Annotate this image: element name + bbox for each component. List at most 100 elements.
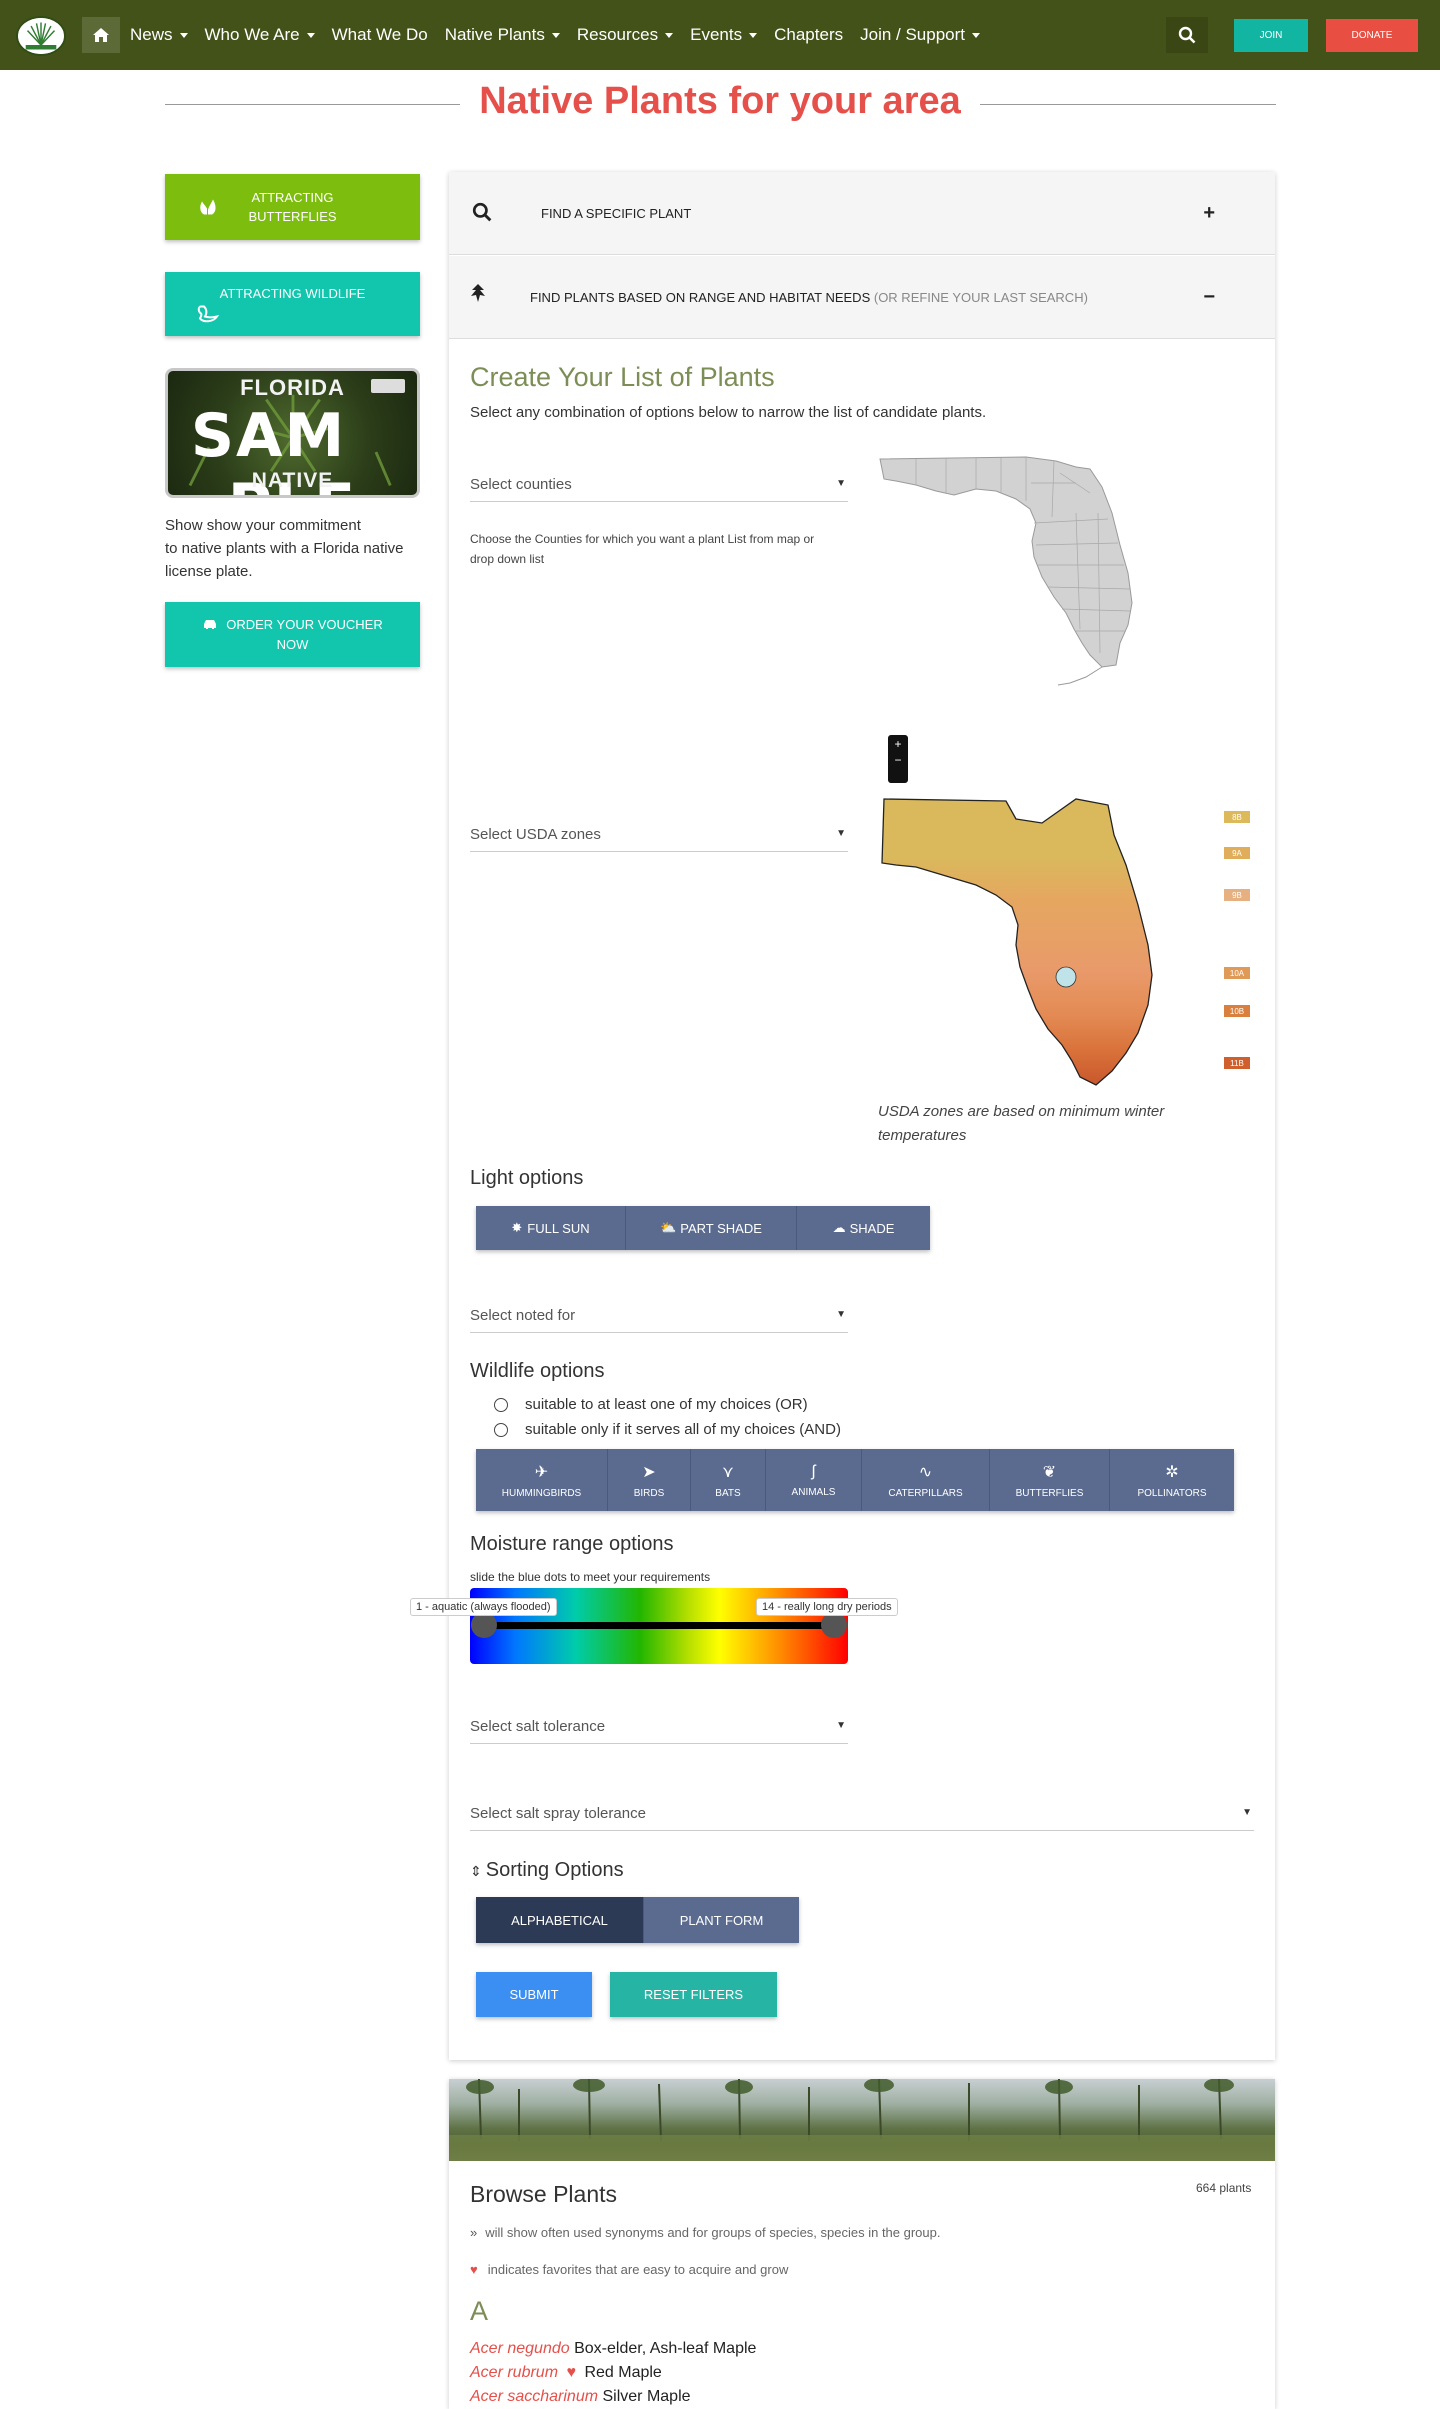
caterpillar-icon: ∿ <box>918 1463 933 1481</box>
sun-icon: ✸ <box>511 1220 523 1235</box>
letter-heading: A <box>470 2296 489 2326</box>
favorites-note: ♥ indicates favorites that are easy to ac… <box>470 2262 789 2277</box>
license-plate-image[interactable]: FLORIDA SAMPLE NATIVE <box>165 368 420 498</box>
svg-text:10B: 10B <box>1230 1007 1244 1016</box>
dropdown-arrow-icon: ▼ <box>836 828 846 839</box>
cloud-sun-icon: ⛅ <box>660 1220 677 1235</box>
reset-filters-button[interactable]: RESET FILTERS <box>610 1972 777 2017</box>
double-chevron-down-icon: » <box>470 2225 478 2240</box>
usda-note: USDA zones are based on minimum winter te… <box>878 1103 1165 1144</box>
collapse-icon: − <box>1203 285 1215 308</box>
plant-list-item[interactable]: Acer saccharinum Silver Maple <box>470 2388 691 2406</box>
counties-select[interactable]: Select counties ▼ <box>470 468 848 502</box>
main-menu: News Who We Are What We Do Native Plants… <box>130 0 997 70</box>
sort-alphabetical-button[interactable]: ALPHABETICAL <box>476 1897 644 1943</box>
usda-zones-select[interactable]: Select USDA zones ▼ <box>470 818 848 852</box>
sorting-options-heading: ⇕ Sorting Options <box>470 1859 624 1881</box>
wildlife-radio-or[interactable]: suitable to at least one of my choices (… <box>494 1396 808 1413</box>
cloud-icon: ☁ <box>832 1220 846 1235</box>
bat-icon: ⋎ <box>722 1463 734 1481</box>
order-voucher-button[interactable]: ORDER YOUR VOUCHER NOW <box>165 602 420 667</box>
swan-icon: ʃ <box>811 1462 816 1480</box>
submit-button[interactable]: SUBMIT <box>476 1972 592 2017</box>
map-zoom-control[interactable]: + − <box>888 735 908 783</box>
caret-down-icon <box>306 32 315 38</box>
leaf-icon <box>469 282 487 307</box>
svg-text:10A: 10A <box>1230 969 1245 978</box>
wildlife-radio-and[interactable]: suitable only if it serves all of my cho… <box>494 1421 841 1438</box>
plate-bottom-text: NATIVE <box>251 469 334 492</box>
attracting-wildlife-button[interactable]: ATTRACTING WILDLIFE <box>165 272 420 336</box>
zoom-in-icon[interactable]: + <box>888 737 908 751</box>
site-logo[interactable] <box>16 16 66 56</box>
zoom-out-icon[interactable]: − <box>888 753 908 767</box>
hummingbirds-button[interactable]: ✈ HUMMINGBIRDS <box>476 1449 608 1511</box>
attracting-butterflies-button[interactable]: ATTRACTING BUTTERFLIES <box>165 174 420 240</box>
svg-text:9A: 9A <box>1232 849 1242 858</box>
plate-state-text: FLORIDA <box>240 375 345 400</box>
donate-button[interactable]: DONATE <box>1326 19 1418 52</box>
pollinators-button[interactable]: ✲ POLLINATORS <box>1110 1449 1234 1511</box>
shade-button[interactable]: ☁ SHADE <box>797 1206 930 1250</box>
habitat-photo <box>449 2079 1275 2161</box>
salt-spray-select[interactable]: Select salt spray tolerance ▼ <box>470 1797 1254 1831</box>
sort-plant-form-button[interactable]: PLANT FORM <box>644 1897 799 1943</box>
nav-what-we-do[interactable]: What We Do <box>332 25 428 45</box>
sort-icon: ⇕ <box>470 1863 482 1879</box>
wildlife-options-heading: Wildlife options <box>470 1360 605 1382</box>
dropdown-arrow-icon: ▼ <box>836 1720 846 1731</box>
accordion-find-specific[interactable]: FIND A SPECIFIC PLANT + <box>449 172 1275 255</box>
nav-resources[interactable]: Resources <box>577 25 674 45</box>
caret-down-icon <box>749 32 758 38</box>
florida-counties-map[interactable] <box>876 453 1252 769</box>
animals-button[interactable]: ʃ ANIMALS <box>766 1449 862 1511</box>
hummingbird-icon: ✈ <box>534 1463 549 1481</box>
usda-zones-map[interactable]: 8B 9A 9B 10A 10B 11B <box>876 795 1266 1095</box>
home-icon <box>93 28 109 42</box>
svg-text:9B: 9B <box>1232 891 1242 900</box>
nav-join-support[interactable]: Join / Support <box>860 25 981 45</box>
butterfly-icon: ❦ <box>1042 1463 1057 1481</box>
bird-icon: ➤ <box>642 1463 656 1481</box>
light-options-heading: Light options <box>470 1167 584 1189</box>
search-button[interactable] <box>1166 17 1208 53</box>
accordion-find-range[interactable]: FIND PLANTS BASED ON RANGE AND HABITAT N… <box>449 256 1275 339</box>
nav-events[interactable]: Events <box>690 25 758 45</box>
dropdown-arrow-icon: ▼ <box>836 1309 846 1320</box>
salt-tolerance-select[interactable]: Select salt tolerance ▼ <box>470 1710 848 1744</box>
car-icon <box>202 616 218 635</box>
moisture-options-heading: Moisture range options <box>470 1533 674 1555</box>
dropdown-arrow-icon: ▼ <box>1242 1807 1252 1818</box>
home-button[interactable] <box>82 17 120 53</box>
synonyms-note: » will show often used synonyms and for g… <box>470 2225 941 2240</box>
butterflies-button[interactable]: ❦ BUTTERFLIES <box>990 1449 1110 1511</box>
create-list-subtitle: Select any combination of options below … <box>470 404 987 421</box>
expand-icon: + <box>1203 201 1215 224</box>
nav-who-we-are[interactable]: Who We Are <box>205 25 315 45</box>
plant-list-item[interactable]: Acer negundo Box-elder, Ash-leaf Maple <box>470 2340 756 2358</box>
caret-down-icon <box>665 32 674 38</box>
caterpillars-button[interactable]: ∿ CATERPILLARS <box>862 1449 990 1511</box>
birds-button[interactable]: ➤ BIRDS <box>608 1449 691 1511</box>
dropdown-arrow-icon: ▼ <box>836 478 846 489</box>
caret-down-icon <box>551 32 560 38</box>
bats-button[interactable]: ⋎ BATS <box>691 1449 766 1511</box>
wildlife-options-group: ✈ HUMMINGBIRDS ➤ BIRDS ⋎ BATS ʃ ANIMALS ∿ CAT… <box>476 1449 1234 1511</box>
swan-icon <box>195 302 221 329</box>
search-icon <box>1178 26 1196 44</box>
full-sun-button[interactable]: ✸ FULL SUN <box>476 1206 626 1250</box>
radio-icon <box>494 1422 508 1437</box>
moisture-track <box>484 1622 834 1629</box>
plant-list-item[interactable]: Acer rubrum ♥ Red Maple <box>470 2364 662 2382</box>
nav-chapters[interactable]: Chapters <box>774 25 843 45</box>
moisture-hint: slide the blue dots to meet your require… <box>470 1570 711 1584</box>
top-navbar: News Who We Are What We Do Native Plants… <box>0 0 1440 70</box>
part-shade-button[interactable]: ⛅ PART SHADE <box>626 1206 797 1250</box>
search-icon <box>472 202 492 225</box>
join-button[interactable]: JOIN <box>1234 19 1308 52</box>
nav-news[interactable]: News <box>130 25 188 45</box>
plate-promo-text: Show show your commitment to native plan… <box>165 517 404 580</box>
noted-for-select[interactable]: Select noted for ▼ <box>470 1299 848 1333</box>
nav-native-plants[interactable]: Native Plants <box>445 25 560 45</box>
page-title: Native Plants for your area <box>0 80 1440 123</box>
